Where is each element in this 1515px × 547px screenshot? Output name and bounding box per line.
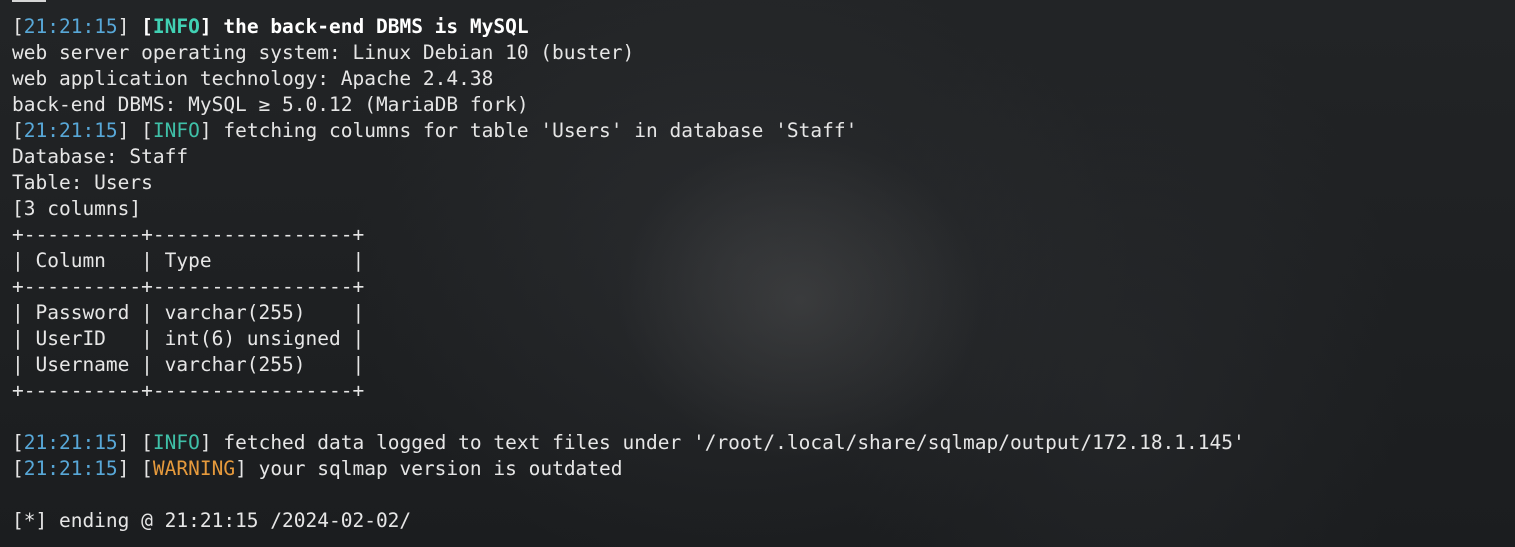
database-name: Database: Staff [12,145,189,168]
log-message: fetching columns for table 'Users' in da… [223,119,858,142]
log-line-fetching-columns: [21:21:15] [INFO] fetching columns for t… [12,119,858,142]
info-level: INFO [152,431,200,454]
log-line-output-path: [21:21:15] [INFO] fetched data logged to… [12,431,1245,454]
warning-level: WARNING [152,457,236,480]
timestamp: 21:21:15 [23,119,118,142]
table-header: | Column | Type | [12,249,365,272]
info-level: INFO [152,119,200,142]
timestamp: 21:21:15 [23,15,118,38]
log-line-os: web server operating system: Linux Debia… [12,41,635,64]
log-message: fetched data logged to text files under … [223,431,1245,454]
ending-line: [*] ending @ 21:21:15 /2024-02-02/ [12,509,412,532]
info-level: INFO [152,15,200,38]
table-border: +----------+-----------------+ [12,379,365,402]
table-row: | UserID | int(6) unsigned | [12,327,365,350]
columns-count: [3 columns] [12,197,142,220]
timestamp: 21:21:15 [23,457,118,480]
table-border: +----------+-----------------+ [12,275,365,298]
log-line-web-tech: web application technology: Apache 2.4.3… [12,67,494,90]
table-row: | Username | varchar(255) | [12,353,365,376]
log-line-dbms-detected: [21:21:15] [INFO] the back-end DBMS is M… [12,15,529,38]
timestamp: 21:21:15 [23,431,118,454]
log-line-version-warning: [21:21:15] [WARNING] your sqlmap version… [12,457,623,480]
log-message: the back-end DBMS is MySQL [223,15,529,38]
terminal-output[interactable]: [21:21:15] [INFO] the back-end DBMS is M… [12,14,1515,534]
table-border: +----------+-----------------+ [12,223,365,246]
table-name: Table: Users [12,171,153,194]
columns-table: +----------+-----------------+ | Column … [12,222,1515,404]
scroll-cursor-indicator [12,0,46,2]
table-row: | Password | varchar(255) | [12,301,365,324]
log-message: your sqlmap version is outdated [258,457,623,480]
log-line-dbms-version: back-end DBMS: MySQL ≥ 5.0.12 (MariaDB f… [12,93,529,116]
